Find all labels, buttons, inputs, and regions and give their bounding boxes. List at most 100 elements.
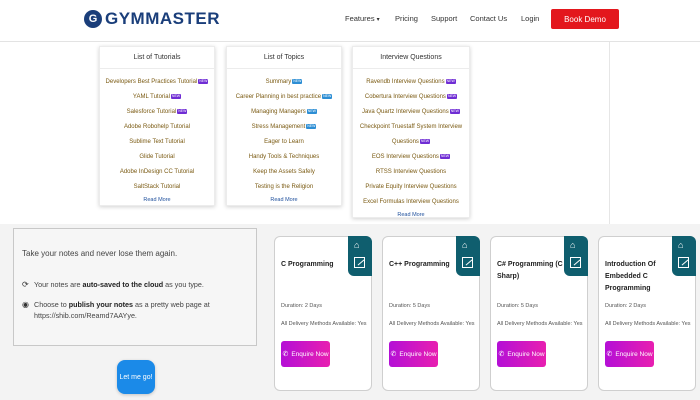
tutorials-column: List of Tutorials Developers Best Practi… (99, 46, 215, 206)
menu-link[interactable]: Ravendb Interview Questions NEW (353, 75, 469, 90)
new-badge: NEW (445, 78, 456, 84)
notes-panel: Take your notes and never lose them agai… (0, 224, 268, 400)
menu-link[interactable]: RTSS Interview Questions (353, 165, 469, 180)
menu-link[interactable]: Sublime Text Tutorial (100, 135, 214, 150)
home-icon[interactable]: ⌂ (354, 240, 359, 250)
topics-list: Summary NEW Career Planning in best practi… (227, 69, 341, 195)
menu-link[interactable]: Adobe InDesign CC Tutorial (100, 165, 214, 180)
home-icon[interactable]: ⌂ (462, 240, 467, 250)
tutorials-list: Developers Best Practices Tutorial NEW YAM… (100, 69, 214, 195)
site-header: G GYMMASTER Features ▾ Pricing Support Co… (0, 0, 700, 42)
course-title: Introduction Of Embedded C Programming (605, 261, 656, 292)
menu-link[interactable]: Summary NEW (227, 75, 341, 90)
new-badge: NEW (446, 93, 458, 99)
topics-column: List of Topics Summary NEW Career Planning… (226, 46, 342, 206)
gymmaster-logo[interactable]: G GYMMASTER (84, 9, 220, 29)
menu-link[interactable]: Questions NEW (353, 135, 469, 150)
course-delivery: All Delivery Methods Available: Yes (389, 321, 475, 327)
nav-features[interactable]: Features ▾ (345, 14, 380, 23)
card-tab: ⌂ (456, 236, 480, 276)
globe-icon: ◉ (22, 300, 29, 309)
read-more-link[interactable]: Read More (100, 197, 214, 203)
new-badge: NEW (170, 93, 182, 99)
menu-link[interactable]: Excel Formulas Interview Questions (353, 195, 469, 210)
card-tab: ⌂ (564, 236, 588, 276)
menu-link[interactable]: Eager to Learn (227, 135, 341, 150)
nav-pricing[interactable]: Pricing (395, 14, 418, 23)
home-icon[interactable]: ⌂ (570, 240, 575, 250)
phone-icon: ✆ (390, 351, 397, 358)
course-duration: Duration: 5 Days (389, 303, 430, 309)
menu-link[interactable]: Handy Tools & Techniques (227, 150, 341, 165)
new-badge: NEW (439, 153, 451, 159)
menu-link[interactable]: EOS Interview Questions NEW (353, 150, 469, 165)
nav-login[interactable]: Login (521, 14, 539, 23)
new-badge: NEW (177, 108, 188, 114)
new-badge: NEW (449, 108, 460, 114)
enquire-now-button[interactable]: ✆ Enquire Now (389, 341, 438, 367)
column-title: List of Topics (227, 47, 341, 69)
course-duration: Duration: 5 Days (497, 303, 538, 309)
course-delivery: All Delivery Methods Available: Yes (605, 321, 691, 327)
menu-link[interactable]: SaltStack Tutorial (100, 180, 214, 195)
enquire-now-button[interactable]: ✆ Enquire Now (497, 341, 546, 367)
edit-icon[interactable] (462, 257, 473, 268)
course-delivery: All Delivery Methods Available: Yes (281, 321, 367, 327)
edit-icon[interactable] (678, 257, 689, 268)
logo-text: GYMMASTER (105, 9, 220, 28)
read-more-link[interactable]: Read More (227, 197, 341, 203)
new-badge: NEW (306, 123, 317, 129)
card-tab: ⌂ (348, 236, 372, 276)
course-title: C# Programming (C Sharp) (497, 261, 563, 280)
menu-link[interactable]: Developers Best Practices Tutorial NEW (100, 75, 214, 90)
edit-icon[interactable] (570, 257, 581, 268)
course-duration: Duration: 2 Days (605, 303, 646, 309)
nav-contact-us[interactable]: Contact Us (470, 14, 507, 23)
new-badge: NEW (198, 78, 209, 84)
course-card: ⌂ C# Programming (C Sharp) Duration: 5 D… (490, 236, 588, 391)
new-badge: NEW (419, 138, 431, 144)
read-more-link[interactable]: Read More (353, 212, 469, 218)
phone-icon: ✆ (282, 351, 289, 358)
menu-link[interactable]: Testing is the Religion (227, 180, 341, 195)
menu-link[interactable]: Salesforce Tutorial NEW (100, 105, 214, 120)
notes-promo-box: Take your notes and never lose them agai… (13, 228, 257, 346)
menu-link[interactable]: Stress Management NEW (227, 120, 341, 135)
lets-go-button[interactable]: Let me go! (117, 360, 155, 394)
card-tab: ⌂ (672, 236, 696, 276)
course-card: ⌂ C++ Programming Duration: 5 Days All D… (382, 236, 480, 391)
menu-link[interactable]: Keep the Assets Safely (227, 165, 341, 180)
menu-link[interactable]: Glide Tutorial (100, 150, 214, 165)
phone-icon: ✆ (606, 351, 613, 358)
new-badge: NEW (306, 108, 317, 114)
menu-link[interactable]: Adobe Robohelp Tutorial (100, 120, 214, 135)
column-title: Interview Questions (353, 47, 469, 69)
course-title: C++ Programming (389, 261, 450, 268)
nav-support[interactable]: Support (431, 14, 457, 23)
menu-link[interactable]: Managing Managers NEW (227, 105, 341, 120)
course-delivery: All Delivery Methods Available: Yes (497, 321, 583, 327)
menu-link[interactable]: Checkpoint Truestaff System Interview (353, 120, 469, 135)
menu-link[interactable]: Cobertura Interview Questions NEW (353, 90, 469, 105)
logo-mark-icon: G (84, 10, 102, 28)
menu-link[interactable]: Java Quartz Interview Questions NEW (353, 105, 469, 120)
enquire-now-button[interactable]: ✆ Enquire Now (281, 341, 330, 367)
cloud-sync-icon: ⟳ (22, 280, 29, 289)
interview-questions-column: Interview Questions Ravendb Interview Qu… (352, 46, 470, 218)
home-icon[interactable]: ⌂ (678, 240, 683, 250)
chevron-down-icon: ▾ (376, 17, 380, 23)
course-duration: Duration: 2 Days (281, 303, 322, 309)
notes-feature-publish: ◉ Choose to publish your notes as a pret… (22, 300, 210, 320)
menu-link[interactable]: Career Planning in best practice NEW (227, 90, 341, 105)
interview-questions-list: Ravendb Interview Questions NEW Cobertura … (353, 69, 469, 210)
new-badge: NEW (322, 93, 333, 99)
enquire-now-button[interactable]: ✆ Enquire Now (605, 341, 654, 367)
edit-icon[interactable] (354, 257, 365, 268)
menu-link[interactable]: YAML Tutorial NEW (100, 90, 214, 105)
course-title: C Programming (281, 261, 334, 268)
book-demo-button[interactable]: Book Demo (551, 9, 619, 29)
course-card: ⌂ C Programming Duration: 2 Days All Del… (274, 236, 372, 391)
right-panel (609, 42, 700, 224)
notes-feature-autosave: ⟳ Your notes are auto-saved to the cloud… (22, 280, 204, 289)
menu-link[interactable]: Private Equity Interview Questions (353, 180, 469, 195)
